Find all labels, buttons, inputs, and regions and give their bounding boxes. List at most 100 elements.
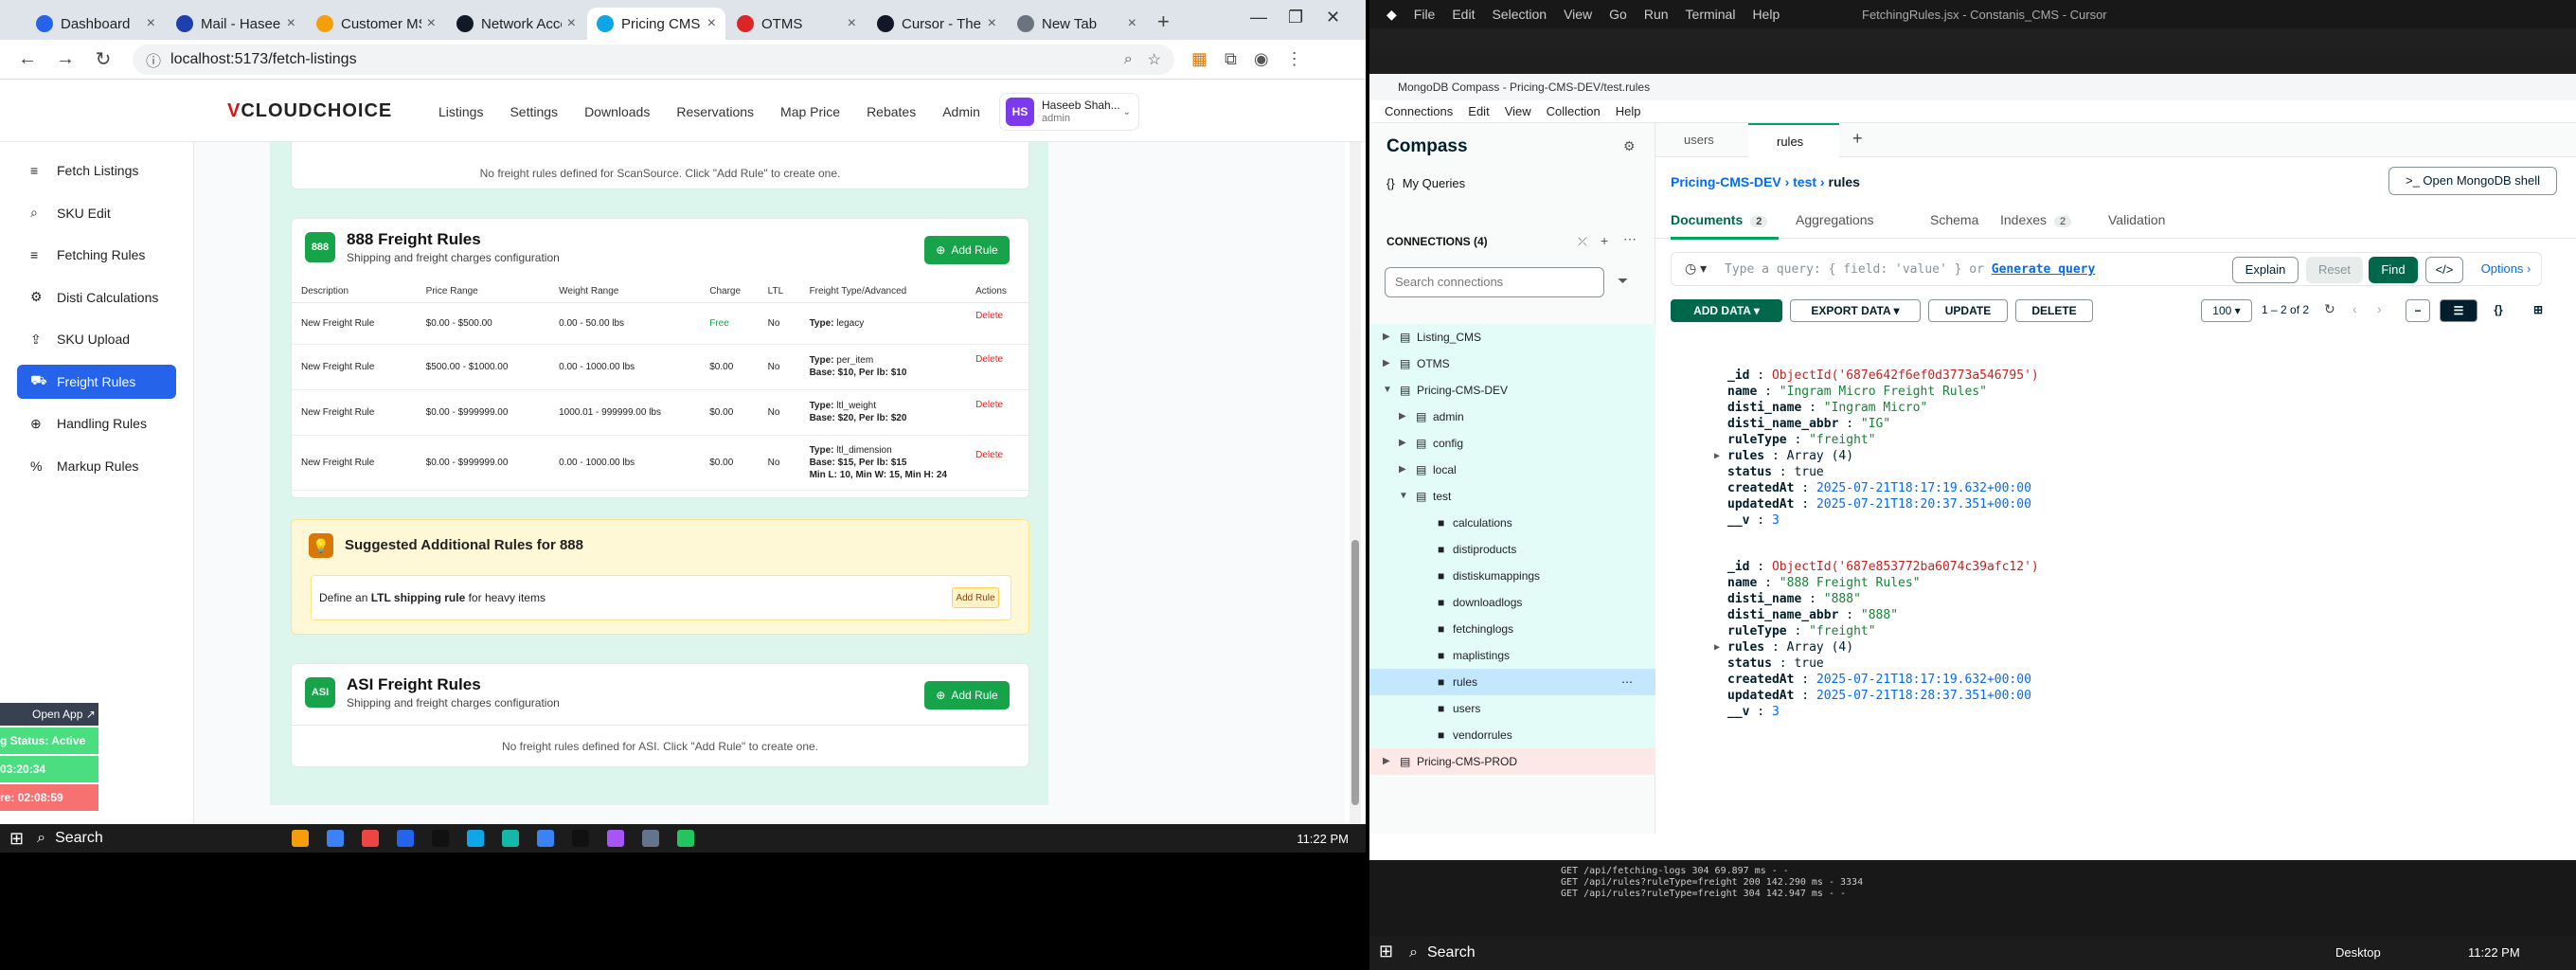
subtab[interactable]: Validation bbox=[2108, 212, 2165, 227]
tree-item[interactable]: ■ calculations bbox=[1369, 510, 1655, 536]
extension-icon[interactable]: ▦ bbox=[1191, 49, 1208, 69]
tree-item[interactable]: ▶ ▤ admin bbox=[1369, 404, 1655, 430]
sidebar-item[interactable]: ⊕ Handling Rules bbox=[17, 406, 176, 440]
sidebar-item[interactable]: ⚙ Disti Calculations bbox=[17, 280, 176, 314]
tree-item[interactable]: ▶ ▤ config bbox=[1369, 430, 1655, 457]
tree-item[interactable]: ■ maplistings bbox=[1369, 642, 1655, 669]
tab-rules[interactable]: rules bbox=[1748, 123, 1839, 157]
compass-menu-item[interactable]: Edit bbox=[1468, 104, 1489, 118]
nav-link[interactable]: Rebates bbox=[867, 104, 916, 119]
close-tab-icon[interactable]: × bbox=[287, 15, 295, 32]
profile-icon[interactable]: ◉ bbox=[1254, 49, 1269, 69]
taskbar-search[interactable]: ⌕ Search bbox=[1409, 941, 1646, 965]
new-tab-plus-icon[interactable]: + bbox=[1852, 129, 1863, 149]
update-button[interactable]: UPDATE bbox=[1928, 299, 2008, 322]
export-data-button[interactable]: EXPORT DATA ▾ bbox=[1790, 299, 1921, 322]
add-connection-icon[interactable]: + bbox=[1601, 233, 1608, 248]
compass-menu-item[interactable]: Connections bbox=[1385, 104, 1453, 118]
close-tab-icon[interactable]: × bbox=[147, 15, 155, 32]
breadcrumb-db[interactable]: test bbox=[1793, 174, 1816, 189]
nav-link[interactable]: Map Price bbox=[780, 104, 840, 119]
delete-rule-button[interactable]: Delete bbox=[975, 354, 1003, 365]
sidebar-item[interactable]: ⛟ Freight Rules bbox=[17, 364, 176, 399]
close-tab-icon[interactable]: × bbox=[848, 15, 856, 32]
user-menu[interactable]: HS Haseeb Shah... admin ⌄ bbox=[999, 93, 1139, 131]
search-connections-input[interactable]: Search connections bbox=[1385, 267, 1604, 297]
browser-tab[interactable]: Customer MS × bbox=[307, 8, 445, 40]
compass-menu-item[interactable]: Collection bbox=[1547, 104, 1601, 118]
close-tab-icon[interactable]: × bbox=[567, 15, 576, 32]
next-page-icon[interactable]: › bbox=[2377, 301, 2382, 316]
add-rule-button-asi[interactable]: ⊕ Add Rule bbox=[924, 681, 1010, 710]
tree-item[interactable]: ■ fetchinglogs bbox=[1369, 616, 1655, 642]
code-toggle-button[interactable]: </> bbox=[2425, 257, 2463, 283]
browser-tab[interactable]: Dashboard × bbox=[27, 8, 165, 40]
document-card[interactable]: _id : ObjectId('687e642f6ef0d3773a546795… bbox=[1671, 368, 2428, 529]
settings-gear-icon[interactable]: ⚙ bbox=[1623, 138, 1636, 154]
extensions-puzzle-icon[interactable]: ⧉ bbox=[1225, 49, 1237, 69]
menu-item[interactable]: Go bbox=[1609, 7, 1627, 22]
subtab[interactable]: Aggregations bbox=[1796, 212, 1874, 227]
menu-dots-icon[interactable]: ⋮ bbox=[1286, 49, 1303, 69]
chevron-right-icon[interactable]: ▶ bbox=[1383, 324, 1390, 350]
back-icon[interactable]: ← bbox=[17, 48, 38, 70]
browser-tab[interactable]: Network Access × bbox=[447, 8, 585, 40]
close-window-icon[interactable]: ✕ bbox=[1326, 8, 1340, 27]
menu-item[interactable]: Terminal bbox=[1686, 7, 1736, 22]
compass-menu-item[interactable]: View bbox=[1505, 104, 1531, 118]
collapse-icon[interactable]: ⤫ bbox=[1578, 235, 1587, 249]
tree-item[interactable]: ■ distiskumappings bbox=[1369, 563, 1655, 589]
page-scrollbar[interactable] bbox=[1350, 142, 1361, 824]
add-data-button[interactable]: ADD DATA ▾ bbox=[1671, 299, 1782, 322]
my-queries-link[interactable]: {} My Queries bbox=[1386, 176, 1465, 190]
taskbar-app-icon[interactable] bbox=[467, 830, 485, 847]
tree-item[interactable]: ▶ ▤ local bbox=[1369, 457, 1655, 483]
browser-tab[interactable]: OTMS × bbox=[727, 8, 866, 40]
chevron-right-icon[interactable]: ▶ bbox=[1399, 404, 1406, 430]
browser-tab[interactable]: Cursor - The AI × bbox=[868, 8, 1006, 40]
taskbar-app-icon[interactable] bbox=[537, 830, 555, 847]
generate-query-link[interactable]: Generate query bbox=[1992, 262, 2096, 277]
taskbar-app-icon[interactable] bbox=[292, 830, 310, 847]
taskbar-app-icon[interactable] bbox=[362, 830, 380, 847]
tree-item[interactable]: ▼ ▤ Pricing-CMS-DEV bbox=[1369, 377, 1655, 404]
chevron-right-icon[interactable]: ▶ bbox=[1383, 748, 1390, 775]
document-card[interactable]: _id : ObjectId('687e853772ba6074c39afc12… bbox=[1671, 559, 2428, 720]
menu-item[interactable]: View bbox=[1564, 7, 1592, 22]
nav-link[interactable]: Settings bbox=[510, 104, 558, 119]
site-info-icon[interactable]: ⓘ bbox=[146, 48, 161, 71]
maximize-icon[interactable]: ❐ bbox=[1288, 8, 1303, 27]
chevron-down-icon[interactable]: ▼ bbox=[1383, 377, 1392, 404]
options-button[interactable]: Options › bbox=[2473, 257, 2539, 283]
reload-icon[interactable]: ↻ bbox=[93, 47, 114, 71]
find-button[interactable]: Find bbox=[2369, 257, 2418, 283]
chevron-right-icon[interactable]: ▶ bbox=[1399, 457, 1406, 483]
refresh-icon[interactable]: ↻ bbox=[2324, 301, 2335, 317]
zoom-icon[interactable]: ⌕ bbox=[1124, 51, 1133, 68]
taskbar-app-icon[interactable] bbox=[642, 830, 660, 847]
close-tab-icon[interactable]: × bbox=[427, 15, 436, 32]
delete-rule-button[interactable]: Delete bbox=[975, 311, 1003, 321]
delete-rule-button[interactable]: Delete bbox=[975, 450, 1003, 460]
nav-link[interactable]: Listings bbox=[438, 104, 483, 119]
sidebar-item[interactable]: ⇪ SKU Upload bbox=[17, 322, 176, 356]
chevron-down-icon[interactable]: ▼ bbox=[1399, 483, 1408, 510]
sidebar-item[interactable]: % Markup Rules bbox=[17, 449, 176, 483]
bookmark-star-icon[interactable]: ☆ bbox=[1148, 50, 1161, 69]
close-tab-icon[interactable]: × bbox=[707, 15, 716, 32]
chevron-right-icon[interactable]: ▶ bbox=[1383, 350, 1390, 377]
tree-item[interactable]: ■ downloadlogs bbox=[1369, 589, 1655, 616]
breadcrumb-connection[interactable]: Pricing-CMS-DEV bbox=[1671, 174, 1781, 189]
delete-rule-button[interactable]: Delete bbox=[975, 400, 1003, 410]
tree-item[interactable]: ■ rules ⋯ bbox=[1369, 669, 1655, 695]
address-bar[interactable]: ⓘ localhost:5173/fetch-listings ⌕ ☆ bbox=[133, 44, 1174, 75]
menu-item[interactable]: Help bbox=[1752, 7, 1780, 22]
chevron-right-icon[interactable]: ▶ bbox=[1399, 430, 1406, 457]
browser-tab[interactable]: Mail - Haseeb × bbox=[167, 8, 305, 40]
table-view-button[interactable]: ⊞ bbox=[2519, 299, 2557, 322]
delete-button[interactable]: DELETE bbox=[2015, 299, 2093, 322]
expand-array-icon[interactable]: ▶ bbox=[1714, 448, 1720, 464]
taskbar-app-icon[interactable] bbox=[397, 830, 415, 847]
tree-item[interactable]: ■ distiproducts bbox=[1369, 536, 1655, 563]
tree-item[interactable]: ■ vendorrules bbox=[1369, 722, 1655, 748]
